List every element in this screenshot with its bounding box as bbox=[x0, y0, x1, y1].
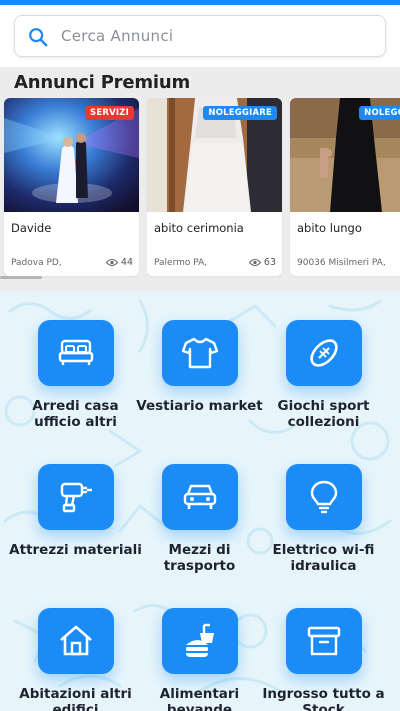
category-label: Alimentari bevande bbox=[159, 686, 240, 711]
category-tile[interactable] bbox=[286, 464, 362, 530]
search-bar-container bbox=[0, 5, 400, 67]
card-location: Palermo PA, bbox=[154, 258, 208, 268]
house-icon bbox=[60, 625, 92, 656]
category-tile[interactable] bbox=[286, 608, 362, 674]
category-tile[interactable] bbox=[162, 320, 238, 386]
eye-icon bbox=[105, 259, 118, 266]
card-views: 44 bbox=[105, 257, 133, 268]
card-views: 63 bbox=[248, 257, 276, 268]
premium-card[interactable]: NOLEGGIARE abito cerimonia Palermo PA, 6… bbox=[147, 98, 282, 276]
category-tile[interactable] bbox=[38, 608, 114, 674]
category-badge: NOLEGGIA bbox=[359, 106, 400, 120]
archive-box-icon bbox=[307, 626, 341, 656]
card-location: 90036 Misilmeri PA, bbox=[297, 258, 386, 268]
search-input[interactable] bbox=[61, 16, 371, 56]
car-icon bbox=[183, 484, 217, 509]
category-tile[interactable] bbox=[38, 320, 114, 386]
search-icon bbox=[29, 28, 48, 47]
lightbulb-icon bbox=[310, 480, 338, 514]
category-label: Vestiario market bbox=[136, 398, 263, 414]
category-label: Mezzi di trasporto bbox=[163, 542, 236, 574]
category-label: Arredi casa ufficio altri bbox=[32, 398, 119, 430]
shirt-icon bbox=[182, 337, 218, 369]
premium-carousel[interactable]: SERVIZI Davide Padova PD, 44 NOLEGGIARE … bbox=[4, 98, 400, 276]
category-badge: SERVIZI bbox=[85, 106, 134, 120]
category-label: Elettrico wi-fi idraulica bbox=[272, 542, 375, 574]
views-count: 63 bbox=[263, 257, 276, 268]
category-tile[interactable] bbox=[38, 464, 114, 530]
category-badge: NOLEGGIARE bbox=[203, 106, 277, 120]
category-label: Giochi sport collezioni bbox=[277, 398, 370, 430]
football-icon bbox=[310, 339, 338, 367]
card-title: abito cerimonia bbox=[154, 221, 244, 235]
card-location: Padova PD, bbox=[11, 258, 62, 268]
premium-section-title: Annunci Premium bbox=[14, 72, 191, 93]
food-drink-icon bbox=[186, 623, 214, 657]
category-tile[interactable] bbox=[286, 320, 362, 386]
category-grid: Arredi casa ufficio altri Vestiario mark… bbox=[0, 291, 400, 711]
category-label: Abitazioni altri edifici bbox=[19, 686, 132, 711]
category-tile[interactable] bbox=[162, 608, 238, 674]
premium-card[interactable]: SERVIZI Davide Padova PD, 44 bbox=[4, 98, 139, 276]
eye-icon bbox=[248, 259, 261, 266]
drill-icon bbox=[60, 482, 92, 513]
card-title: Davide bbox=[11, 221, 52, 235]
views-count: 44 bbox=[120, 257, 133, 268]
premium-section: Annunci Premium SERVIZI Davide Padova PD… bbox=[0, 67, 400, 291]
search-box[interactable] bbox=[14, 15, 386, 57]
category-label: Ingrosso tutto a Stock bbox=[262, 686, 385, 711]
category-tile[interactable] bbox=[162, 464, 238, 530]
category-label: Attrezzi materiali bbox=[9, 542, 142, 558]
carousel-scroll-indicator[interactable] bbox=[0, 276, 42, 279]
bed-icon bbox=[58, 339, 94, 365]
premium-card[interactable]: NOLEGGIA abito lungo 90036 Misilmeri PA, bbox=[290, 98, 400, 276]
card-title: abito lungo bbox=[297, 221, 362, 235]
